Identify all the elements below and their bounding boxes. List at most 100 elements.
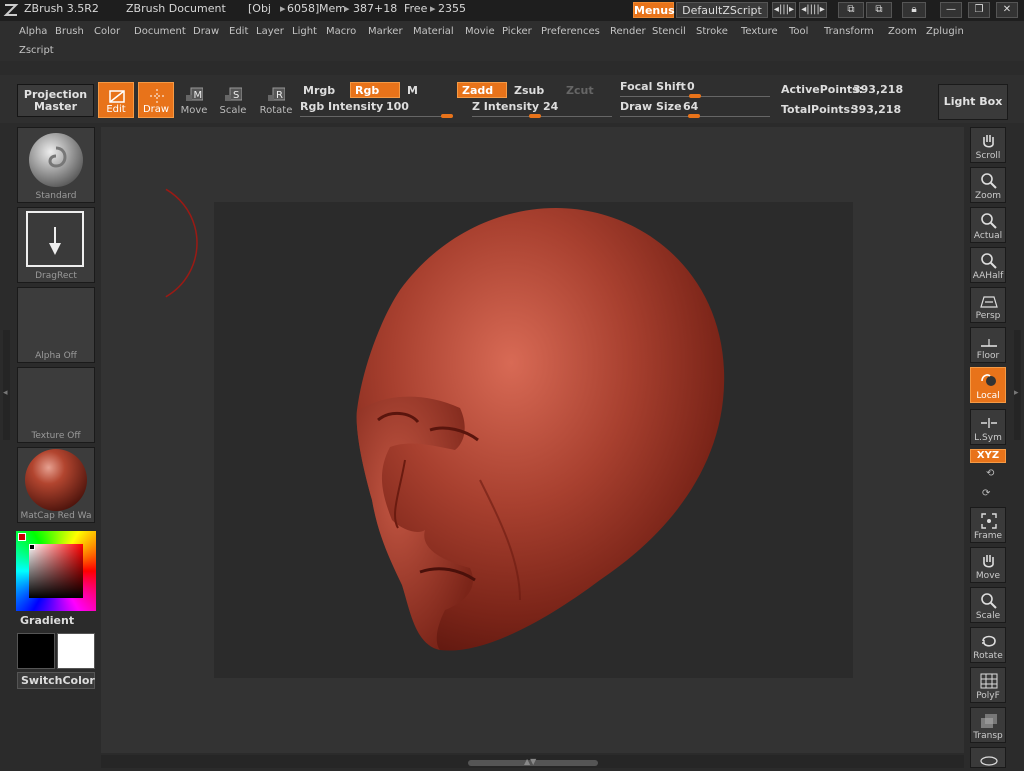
transp-button[interactable]: Transp: [970, 707, 1006, 743]
menu-zoom[interactable]: Zoom: [888, 26, 917, 37]
floor-button[interactable]: Floor: [970, 327, 1006, 363]
menu-edit[interactable]: Edit: [229, 26, 248, 37]
lsym-button[interactable]: L.Sym: [970, 409, 1006, 445]
menu-movie[interactable]: Movie: [465, 26, 495, 37]
layout-a-icon[interactable]: ⧉: [838, 2, 864, 18]
menu-light[interactable]: Light: [292, 26, 317, 37]
primary-color-swatch[interactable]: [17, 633, 55, 669]
free-label: Free: [404, 2, 428, 15]
arrow-right-icon: ▸: [430, 2, 436, 15]
zadd-button[interactable]: Zadd: [457, 82, 507, 98]
menu-macro[interactable]: Macro: [326, 26, 356, 37]
chevron-up-down-icon[interactable]: ▲▼: [524, 757, 536, 766]
draw-button[interactable]: Draw: [138, 82, 174, 118]
polyf-button[interactable]: PolyF: [970, 667, 1006, 703]
rotate-z-icon[interactable]: ⟲: [986, 468, 994, 479]
svg-text:R: R: [276, 90, 283, 101]
stroke-label: DragRect: [35, 271, 77, 281]
switch-color-button[interactable]: SwitchColor: [17, 672, 95, 689]
persp-button[interactable]: Persp: [970, 287, 1006, 323]
menu-picker[interactable]: Picker: [502, 26, 532, 37]
menu-tool[interactable]: Tool: [789, 26, 808, 37]
texture-thumbnail[interactable]: Texture Off: [17, 367, 95, 443]
menu-alpha[interactable]: Alpha: [19, 26, 47, 37]
draw-size-knob[interactable]: [688, 114, 700, 118]
rotate-button[interactable]: R Rotate: [258, 82, 294, 118]
sculpt-model[interactable]: [101, 127, 964, 753]
local-label: Local: [976, 391, 1000, 401]
menu-texture[interactable]: Texture: [741, 26, 778, 37]
restore-icon[interactable]: ❐: [968, 2, 990, 18]
light-box-button[interactable]: Light Box: [938, 84, 1008, 120]
resize-narrow-icon[interactable]: ◂|||▸: [772, 2, 796, 18]
scale-view-button[interactable]: Scale: [970, 587, 1006, 623]
projection-master-button[interactable]: Projection Master: [17, 84, 94, 117]
active-points-value: 393,218: [853, 83, 904, 96]
z-intensity-knob[interactable]: [529, 114, 541, 118]
resize-wide-icon[interactable]: ◂||||▸: [799, 2, 827, 18]
xyz-button[interactable]: XYZ: [970, 449, 1006, 463]
menu-zscript[interactable]: Zscript: [19, 45, 54, 56]
z-intensity-value: 24: [543, 100, 559, 113]
menu-draw[interactable]: Draw: [193, 26, 219, 37]
ghost-button[interactable]: [970, 747, 1006, 768]
menu-stencil[interactable]: Stencil: [652, 26, 686, 37]
edit-button[interactable]: Edit: [98, 82, 134, 118]
zoom-button[interactable]: Zoom: [970, 167, 1006, 203]
default-zscript-button[interactable]: DefaultZScript: [676, 2, 768, 18]
menu-marker[interactable]: Marker: [368, 26, 403, 37]
secondary-color-swatch[interactable]: [57, 633, 95, 669]
floor-label: Floor: [976, 351, 1000, 361]
menu-material[interactable]: Material: [413, 26, 454, 37]
aahalf-button[interactable]: AAHalf: [970, 247, 1006, 283]
menu-color[interactable]: Color: [94, 26, 120, 37]
menu-render[interactable]: Render: [610, 26, 646, 37]
chevron-right-icon[interactable]: ▸: [1014, 388, 1019, 398]
color-picker-square[interactable]: [29, 544, 83, 598]
menu-layer[interactable]: Layer: [256, 26, 284, 37]
gradient-label[interactable]: Gradient: [20, 614, 74, 627]
menu-zplugin[interactable]: Zplugin: [926, 26, 964, 37]
left-tray-handle[interactable]: [3, 330, 10, 440]
rotate-view-label: Rotate: [973, 651, 1003, 661]
actual-button[interactable]: Actual: [970, 207, 1006, 243]
material-thumbnail[interactable]: MatCap Red Wa: [17, 447, 95, 523]
rotate-y-icon[interactable]: ⟳: [982, 488, 990, 499]
mrgb-button[interactable]: Mrgb: [298, 82, 348, 98]
zoom-label: Zoom: [975, 191, 1001, 201]
close-icon[interactable]: ✕: [996, 2, 1018, 18]
m-button[interactable]: M: [402, 82, 452, 98]
scroll-button[interactable]: Scroll: [970, 127, 1006, 163]
zcut-button[interactable]: Zcut: [561, 82, 611, 98]
alpha-thumbnail[interactable]: Alpha Off: [17, 287, 95, 363]
frame-button[interactable]: Frame: [970, 507, 1006, 543]
rotate-view-button[interactable]: Rotate: [970, 627, 1006, 663]
mem-label: Mem: [319, 2, 346, 15]
local-button[interactable]: Local: [970, 367, 1006, 403]
stroke-thumbnail[interactable]: DragRect: [17, 207, 95, 283]
focal-shift-knob[interactable]: [689, 94, 701, 98]
scale-button[interactable]: S Scale: [215, 82, 251, 118]
zsub-button[interactable]: Zsub: [509, 82, 559, 98]
lock-icon[interactable]: 🔒︎: [902, 2, 926, 18]
rgb-intensity-slider[interactable]: [300, 116, 452, 117]
minimize-icon[interactable]: —: [940, 2, 962, 18]
rgb-intensity-label: Rgb Intensity: [300, 100, 384, 113]
menu-document[interactable]: Document: [134, 26, 186, 37]
right-tray-handle[interactable]: [1014, 330, 1021, 440]
obj-count: 6058]: [287, 2, 320, 15]
menus-button[interactable]: Menus: [633, 2, 675, 18]
menu-preferences[interactable]: Preferences: [541, 26, 600, 37]
menu-stroke[interactable]: Stroke: [696, 26, 728, 37]
magnifier-icon: [981, 213, 997, 229]
move-button[interactable]: M Move: [176, 82, 212, 118]
chevron-left-icon[interactable]: ◂: [3, 388, 8, 398]
z-intensity-slider[interactable]: [472, 116, 612, 117]
layout-b-icon[interactable]: ⧉: [866, 2, 892, 18]
menu-transform[interactable]: Transform: [824, 26, 874, 37]
rgb-intensity-knob[interactable]: [441, 114, 453, 118]
rgb-button[interactable]: Rgb: [350, 82, 400, 98]
menu-brush[interactable]: Brush: [55, 26, 84, 37]
brush-thumbnail[interactable]: Standard: [17, 127, 95, 203]
move-view-button[interactable]: Move: [970, 547, 1006, 583]
